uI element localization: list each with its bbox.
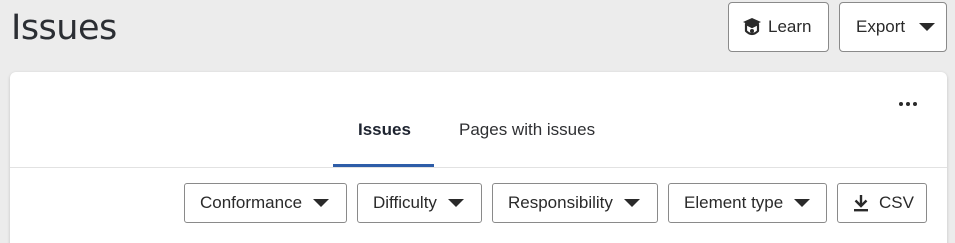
learn-label: Learn [768,17,812,36]
csv-label: CSV [879,193,914,212]
chevron-down-icon [447,199,464,207]
chevron-down-icon [313,199,330,207]
tab-issues[interactable]: Issues [358,120,411,140]
chevron-down-icon [794,199,811,207]
active-tab-indicator [333,164,434,167]
download-icon [852,193,870,213]
learn-button[interactable]: Learn [728,2,829,52]
difficulty-label: Difficulty [373,193,437,212]
tab-pages-with-issues[interactable]: Pages with issues [459,120,595,140]
export-label: Export [856,17,906,36]
page-title: Issues [11,8,117,48]
tab-bar: Issues Pages with issues [10,72,947,168]
csv-download-button[interactable]: CSV [837,183,927,223]
element-type-filter[interactable]: Element type [668,183,827,223]
element-type-label: Element type [684,193,784,212]
conformance-filter[interactable]: Conformance [184,183,347,223]
graduation-cap-icon [741,15,763,39]
responsibility-filter[interactable]: Responsibility [492,183,658,223]
responsibility-label: Responsibility [508,193,613,212]
difficulty-filter[interactable]: Difficulty [357,183,482,223]
issues-card: Issues Pages with issues Conformance Dif… [10,72,947,243]
chevron-down-icon [919,23,936,31]
page: Issues Learn Export Issues Pages with is… [0,0,955,243]
export-button[interactable]: Export [839,2,947,52]
chevron-down-icon [623,199,640,207]
conformance-label: Conformance [200,193,303,212]
